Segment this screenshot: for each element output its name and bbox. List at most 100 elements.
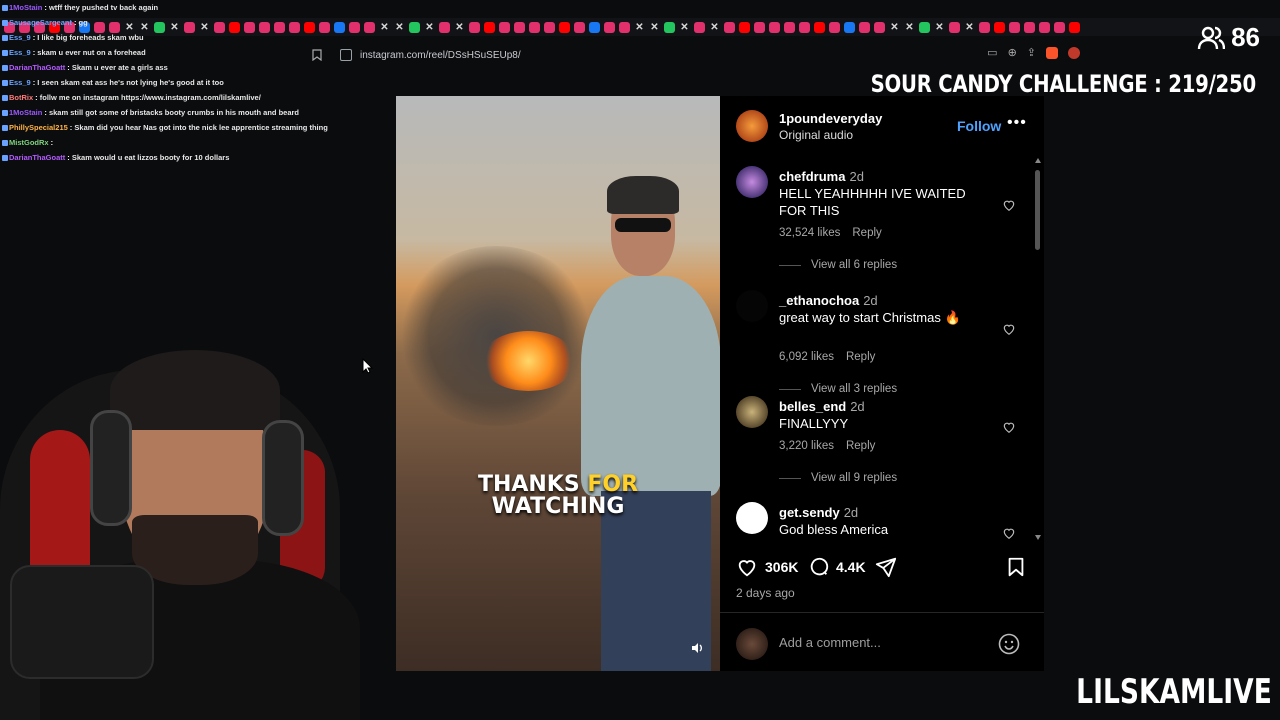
site-info-icon[interactable] — [340, 49, 352, 61]
browser-tab-icon[interactable] — [439, 21, 450, 33]
reply-button[interactable]: Reply — [852, 227, 881, 239]
browser-tab-icon[interactable]: ✕ — [454, 22, 465, 33]
chat-username[interactable]: MistGodRx — [9, 138, 49, 147]
comments-scrollbar[interactable] — [1034, 158, 1042, 540]
chat-username[interactable]: 1MoStain — [9, 108, 42, 117]
browser-tab-icon[interactable] — [859, 21, 870, 33]
browser-tab-icon[interactable] — [994, 21, 1005, 33]
browser-tab-icon[interactable] — [619, 21, 630, 33]
chat-username[interactable]: SausageSargeant — [9, 18, 72, 27]
share-icon[interactable] — [875, 556, 897, 578]
like-icon[interactable] — [736, 556, 758, 578]
browser-tab-icon[interactable] — [724, 21, 735, 33]
browser-tab-icon[interactable] — [514, 21, 525, 33]
browser-tab-icon[interactable] — [799, 21, 810, 33]
author-username[interactable]: 1poundeveryday — [779, 111, 882, 126]
browser-tab-icon[interactable]: ✕ — [679, 22, 690, 33]
rewards-icon[interactable] — [1068, 46, 1080, 59]
url-text[interactable]: instagram.com/reel/DSsHSuSEUp8/ — [360, 50, 521, 61]
browser-tab-icon[interactable]: ✕ — [889, 22, 900, 33]
comment-likes[interactable]: 6,092 likes — [779, 351, 834, 363]
commenter-username[interactable]: belles_end — [779, 399, 846, 414]
commenter-avatar[interactable] — [736, 502, 768, 534]
view-replies-button[interactable]: View all 3 replies — [779, 383, 897, 395]
browser-tab-icon[interactable] — [499, 21, 510, 33]
browser-tab-icon[interactable] — [829, 21, 840, 33]
scroll-thumb[interactable] — [1035, 170, 1040, 250]
browser-tab-icon[interactable] — [469, 21, 480, 33]
browser-tab-icon[interactable] — [544, 21, 555, 33]
browser-tab-icon[interactable] — [664, 21, 675, 33]
browser-tab-icon[interactable] — [784, 21, 795, 33]
commenter-username[interactable]: get.sendy — [779, 505, 840, 520]
browser-tab-icon[interactable] — [844, 21, 855, 33]
comment-like-icon[interactable] — [1002, 526, 1016, 540]
commenter-avatar[interactable] — [736, 166, 768, 198]
browser-tab-icon[interactable] — [739, 21, 750, 33]
browser-tab-icon[interactable] — [559, 21, 570, 33]
emoji-icon[interactable] — [998, 633, 1020, 655]
browser-tab-icon[interactable]: ✕ — [649, 22, 660, 33]
add-comment-input[interactable]: Add a comment... — [779, 635, 881, 650]
browser-tab-icon[interactable] — [574, 21, 585, 33]
view-replies-button[interactable]: View all 6 replies — [779, 259, 897, 271]
volume-icon[interactable] — [690, 641, 704, 655]
browser-tab-icon[interactable] — [1069, 21, 1080, 33]
chat-username[interactable]: PhillySpecial215 — [9, 123, 68, 132]
chat-username[interactable]: DarianThaGoatt — [9, 63, 65, 72]
browser-tab-icon[interactable] — [1039, 21, 1050, 33]
commenter-username[interactable]: _ethanochoa — [779, 293, 859, 308]
browser-tab-icon[interactable] — [769, 21, 780, 33]
browser-tab-icon[interactable] — [979, 21, 990, 33]
browser-tab-icon[interactable]: ✕ — [709, 22, 720, 33]
follow-button[interactable]: Follow — [957, 118, 1001, 134]
audio-label[interactable]: Original audio — [779, 128, 853, 142]
more-options-icon[interactable]: ••• — [1007, 114, 1027, 132]
browser-tab-icon[interactable] — [529, 21, 540, 33]
comment-likes[interactable]: 32,524 likes — [779, 227, 840, 239]
reel-video[interactable]: THANKS FOR WATCHING — [396, 96, 720, 671]
chat-username[interactable]: 1MoStain — [9, 3, 42, 12]
browser-tab-icon[interactable] — [694, 21, 705, 33]
save-icon[interactable] — [1005, 556, 1027, 578]
view-replies-button[interactable]: View all 9 replies — [779, 472, 897, 484]
browser-tab-icon[interactable] — [484, 21, 495, 33]
reply-button[interactable]: Reply — [846, 440, 875, 452]
chat-username[interactable]: BotRix — [9, 93, 33, 102]
chat-username[interactable]: Ess_9 — [9, 78, 31, 87]
browser-tab-icon[interactable] — [949, 21, 960, 33]
browser-tab-icon[interactable] — [589, 21, 600, 33]
comment-icon[interactable] — [808, 556, 830, 578]
comment-like-icon[interactable] — [1002, 322, 1016, 336]
browser-tab-icon[interactable] — [1054, 21, 1065, 33]
browser-tab-icon[interactable]: ✕ — [904, 22, 915, 33]
commenter-avatar[interactable] — [736, 290, 768, 322]
address-bar[interactable]: instagram.com/reel/DSsHSuSEUp8/ ▭ ⊕ ⇪ — [300, 44, 1080, 66]
browser-tab-icon[interactable] — [874, 21, 885, 33]
commenter-avatar[interactable] — [736, 396, 768, 428]
browser-tab-icon[interactable] — [409, 21, 420, 33]
commenter-username[interactable]: chefdruma — [779, 169, 845, 184]
chat-username[interactable]: DarianThaGoatt — [9, 153, 65, 162]
browser-tab-icon[interactable] — [604, 21, 615, 33]
author-avatar[interactable] — [736, 110, 768, 142]
browser-tab-icon[interactable] — [919, 21, 930, 33]
share-icon[interactable]: ⇪ — [1027, 46, 1036, 59]
screen-icon[interactable]: ▭ — [987, 46, 997, 59]
browser-tab-icon[interactable] — [814, 21, 825, 33]
browser-tab-icon[interactable] — [1024, 21, 1035, 33]
brave-shield-icon[interactable] — [1046, 46, 1058, 59]
comment-like-icon[interactable] — [1002, 420, 1016, 434]
browser-tab-icon[interactable] — [1009, 21, 1020, 33]
bookmark-icon[interactable] — [312, 49, 322, 61]
comments-list[interactable]: chefdruma 2d HELL YEAHHHHH IVE WAITED FOR … — [720, 158, 1034, 540]
browser-tab-icon[interactable] — [754, 21, 765, 33]
zoom-icon[interactable]: ⊕ — [1008, 46, 1017, 59]
browser-tab-icon[interactable]: ✕ — [424, 22, 435, 33]
chat-username[interactable]: Ess_9 — [9, 48, 31, 57]
browser-tab-icon[interactable]: ✕ — [394, 22, 405, 33]
comment-like-icon[interactable] — [1002, 198, 1016, 212]
chat-username[interactable]: Ess_9 — [9, 33, 31, 42]
browser-tab-icon[interactable]: ✕ — [634, 22, 645, 33]
reply-button[interactable]: Reply — [846, 351, 875, 363]
